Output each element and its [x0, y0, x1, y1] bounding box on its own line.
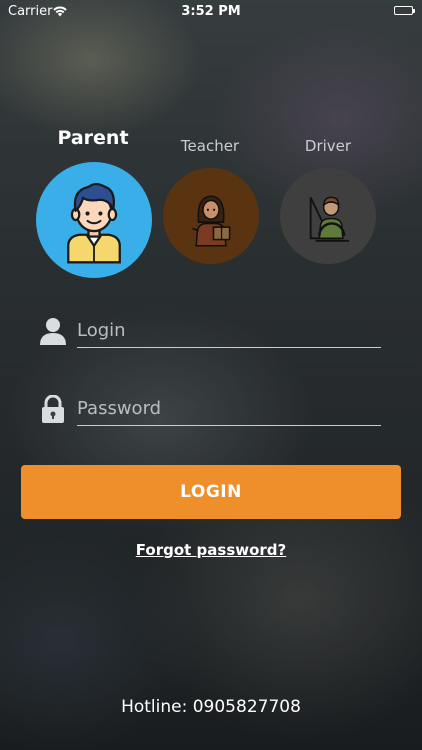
role-parent-button[interactable] [36, 162, 152, 278]
login-input[interactable] [77, 313, 381, 348]
user-icon [40, 317, 66, 345]
forgot-password-link[interactable]: Forgot password? [0, 541, 422, 559]
battery-icon [394, 6, 415, 15]
driver-icon [309, 196, 350, 242]
login-field [40, 313, 381, 349]
password-field [40, 391, 381, 427]
clock-time: 3:52 PM [181, 4, 241, 19]
login-button[interactable]: LOGIN [21, 465, 401, 519]
teacher-icon [192, 195, 231, 247]
password-input[interactable] [77, 391, 381, 426]
status-bar: Carrier 3:52 PM [0, 0, 422, 22]
role-driver-button[interactable] [280, 168, 376, 264]
lock-icon [40, 394, 66, 423]
blurred-background [0, 0, 422, 750]
role-label-driver[interactable]: Driver [258, 137, 398, 155]
parent-icon [67, 182, 121, 264]
hotline-text: Hotline: 0905827708 [121, 697, 301, 717]
role-teacher-button[interactable] [163, 168, 259, 264]
